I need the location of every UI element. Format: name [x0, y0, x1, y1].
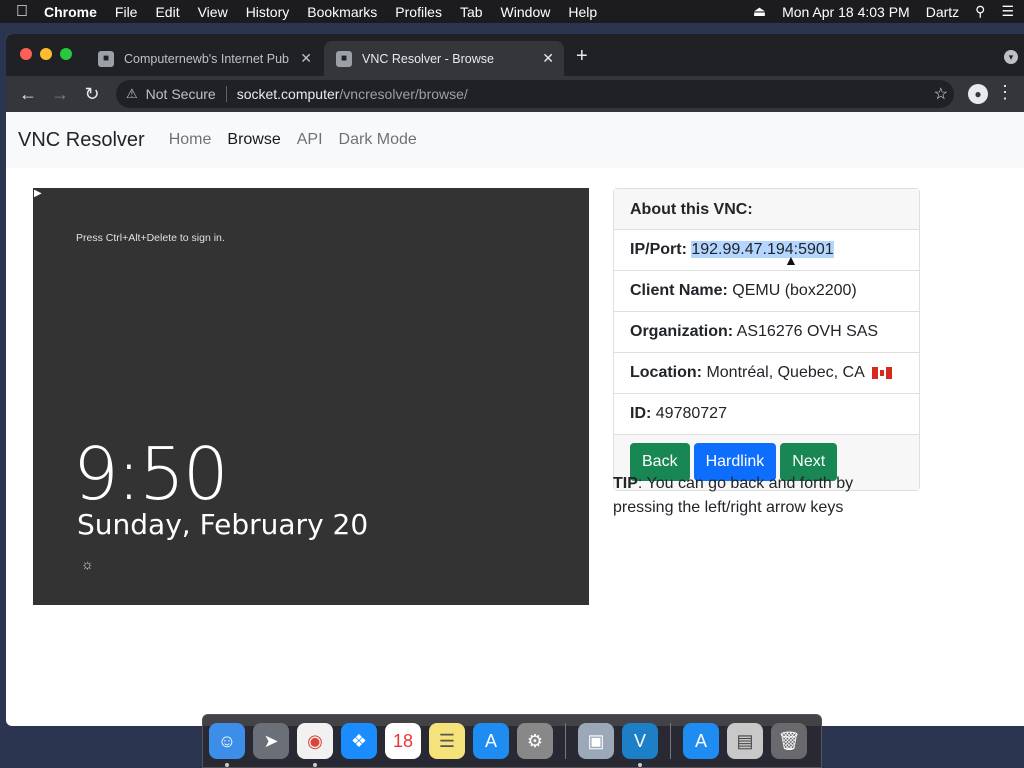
profile-avatar-icon[interactable]: ● — [968, 84, 988, 104]
menu-edit[interactable]: Edit — [155, 4, 179, 20]
tab-search-chevron-icon[interactable]: ▾ — [1004, 50, 1018, 64]
dock-separator — [670, 723, 671, 759]
location-row: Location: Montréal, Quebec, CA — [614, 353, 919, 394]
mouse-cursor-icon: ▲ — [784, 252, 798, 268]
menu-bookmarks[interactable]: Bookmarks — [307, 4, 377, 20]
macos-menu-bar:  Chrome File Edit View History Bookmark… — [0, 0, 1024, 23]
page-content: ▶ Press Ctrl+Alt+Delete to sign in. 9:50… — [6, 168, 1024, 690]
site-brand[interactable]: VNC Resolver — [18, 129, 145, 152]
menu-file[interactable]: File — [115, 4, 138, 20]
vnc-info-card: About this VNC: IP/Port: 192.99.47.194:5… — [613, 188, 920, 491]
client-name-value: QEMU (box2200) — [732, 282, 857, 299]
location-label: Location: — [630, 364, 702, 381]
control-center-icon[interactable]: ☰ — [1001, 3, 1014, 20]
nav-browse[interactable]: Browse — [227, 131, 280, 149]
downloads-folder-icon[interactable]: A — [683, 723, 719, 759]
safari-icon[interactable]: ❖ — [341, 723, 377, 759]
documents-stack-icon[interactable]: ▤ — [727, 723, 763, 759]
url-host[interactable]: socket.computer — [237, 86, 340, 102]
url-path[interactable]: /vncresolver/browse/ — [339, 86, 467, 102]
client-name-label: Client Name: — [630, 282, 728, 299]
site-navbar: VNC Resolver Home Browse API Dark Mode — [6, 112, 1024, 168]
favicon-icon: ■ — [336, 50, 352, 67]
tab-computernewb[interactable]: ■ Computernewb's Internet Pub ✕ — [86, 41, 322, 76]
tab-title: VNC Resolver - Browse — [362, 51, 494, 66]
preview-icon[interactable]: ▣ — [578, 723, 614, 759]
location-value: Montréal, Quebec, CA — [706, 364, 864, 381]
close-tab-icon[interactable]: ✕ — [542, 50, 554, 67]
menu-help[interactable]: Help — [568, 4, 597, 20]
launchpad-icon[interactable]: ➤ — [253, 723, 289, 759]
close-tab-icon[interactable]: ✕ — [300, 50, 312, 67]
id-row: ID: 49780727 — [614, 394, 919, 435]
dock-separator — [565, 723, 566, 759]
forward-arrow-icon[interactable]: → — [48, 82, 72, 106]
menu-window[interactable]: Window — [501, 4, 551, 20]
remote-cursor-icon: ▶ — [34, 188, 42, 199]
tab-vnc-resolver[interactable]: ■ VNC Resolver - Browse ✕ — [324, 41, 564, 76]
menu-history[interactable]: History — [246, 4, 290, 20]
chrome-icon[interactable]: ◉ — [297, 723, 333, 767]
organization-row: Organization: AS16276 OVH SAS — [614, 312, 919, 353]
system-preferences-icon[interactable]: ⚙ — [517, 723, 553, 759]
address-bar[interactable]: ⚠ Not Secure socket.computer/vncresolver… — [116, 80, 954, 108]
card-header: About this VNC: — [614, 189, 919, 230]
ease-of-access-icon: ☼ — [81, 556, 94, 572]
menu-tab[interactable]: Tab — [460, 4, 483, 20]
macos-dock: ☺ ➤ ◉ ❖ 18 ☰ A ⚙ ▣ V A ▤ 🗑 — [202, 714, 822, 768]
ip-port-value[interactable]: 192.99.47.194:5901 — [691, 241, 834, 258]
new-tab-plus-icon[interactable]: + — [576, 45, 588, 68]
lockscreen-time: 9:50 — [73, 432, 229, 516]
nav-home[interactable]: Home — [169, 131, 212, 149]
zoom-window-button[interactable] — [60, 48, 72, 60]
eject-icon[interactable]: ⏏ — [753, 3, 766, 20]
calendar-icon[interactable]: 18 — [385, 723, 421, 759]
menubar-user[interactable]: Dartz — [926, 4, 959, 20]
finder-icon[interactable]: ☺ — [209, 723, 245, 767]
spotlight-search-icon[interactable]: ⚲ — [975, 3, 985, 20]
browser-toolbar: ← → ↻ ⚠ Not Secure socket.computer/vncre… — [6, 76, 1024, 112]
bookmark-star-icon[interactable]: ☆ — [934, 84, 948, 104]
tip-text: TIP: You can go back and forth by pressi… — [613, 472, 913, 520]
minimize-window-button[interactable] — [40, 48, 52, 60]
vnc-viewer-icon[interactable]: V — [622, 723, 658, 767]
warning-triangle-icon[interactable]: ⚠ — [126, 86, 138, 102]
browser-window: ■ Computernewb's Internet Pub ✕ ■ VNC Re… — [6, 34, 1024, 726]
back-arrow-icon[interactable]: ← — [16, 82, 40, 106]
window-controls — [20, 48, 72, 60]
menu-chrome[interactable]: Chrome — [44, 4, 97, 20]
nav-api[interactable]: API — [297, 131, 323, 149]
menu-profiles[interactable]: Profiles — [395, 4, 442, 20]
id-value: 49780727 — [655, 405, 727, 422]
trash-icon[interactable]: 🗑 — [771, 723, 807, 759]
client-name-row: Client Name: QEMU (box2200) — [614, 271, 919, 312]
lockscreen-date: Sunday, February 20 — [77, 508, 369, 541]
close-window-button[interactable] — [20, 48, 32, 60]
apple-menu-icon[interactable]:  — [0, 3, 44, 21]
vnc-screenshot: ▶ Press Ctrl+Alt+Delete to sign in. 9:50… — [33, 188, 589, 605]
organization-value: AS16276 OVH SAS — [736, 323, 879, 340]
menubar-clock[interactable]: Mon Apr 18 4:03 PM — [782, 4, 910, 20]
tab-title: Computernewb's Internet Pub — [124, 51, 289, 66]
omnibox-divider — [225, 86, 227, 102]
nav-dark-mode[interactable]: Dark Mode — [339, 131, 417, 149]
organization-label: Organization: — [630, 323, 734, 340]
signin-hint: Press Ctrl+Alt+Delete to sign in. — [76, 232, 225, 244]
ip-port-label: IP/Port: — [630, 241, 687, 258]
tab-strip: ■ Computernewb's Internet Pub ✕ ■ VNC Re… — [6, 34, 1024, 76]
chrome-menu-icon[interactable]: ⋮ — [996, 82, 1014, 103]
notes-icon[interactable]: ☰ — [429, 723, 465, 759]
security-status[interactable]: Not Secure — [146, 86, 216, 102]
ip-port-row: IP/Port: 192.99.47.194:5901 — [614, 230, 919, 271]
app-store-icon[interactable]: A — [473, 723, 509, 759]
reload-icon[interactable]: ↻ — [80, 82, 104, 106]
tip-label: TIP — [613, 475, 638, 492]
id-label: ID: — [630, 405, 652, 422]
menu-view[interactable]: View — [198, 4, 228, 20]
tip-body: : You can go back and forth by pressing … — [613, 475, 854, 516]
canada-flag-icon — [872, 366, 893, 379]
favicon-icon: ■ — [98, 50, 114, 67]
